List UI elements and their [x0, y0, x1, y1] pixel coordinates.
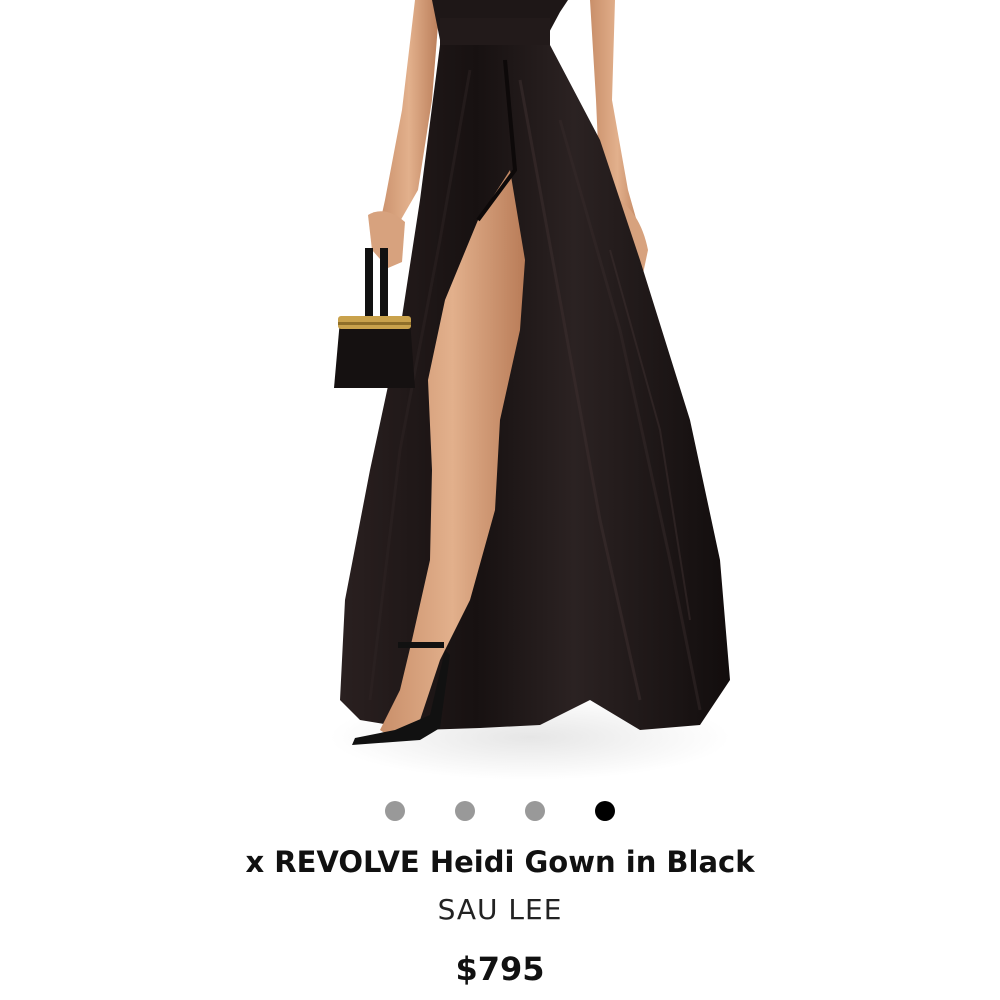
- product-brand[interactable]: SAU LEE: [0, 893, 1000, 926]
- carousel-dot-3[interactable]: [525, 801, 545, 821]
- carousel-dot-2[interactable]: [455, 801, 475, 821]
- carousel-dot-4[interactable]: [595, 801, 615, 821]
- product-price: $795: [455, 950, 545, 988]
- product-title: x REVOLVE Heidi Gown in Black: [245, 845, 755, 879]
- carousel-dots: [0, 801, 1000, 821]
- carousel-dot-1[interactable]: [385, 801, 405, 821]
- waistband: [440, 18, 550, 46]
- ankle-strap: [398, 642, 444, 648]
- gown-photo: [330, 0, 730, 780]
- bag-strap-right: [380, 248, 388, 318]
- handbag: [334, 320, 415, 388]
- bag-strap-left: [365, 248, 373, 318]
- product-image[interactable]: [0, 0, 1000, 790]
